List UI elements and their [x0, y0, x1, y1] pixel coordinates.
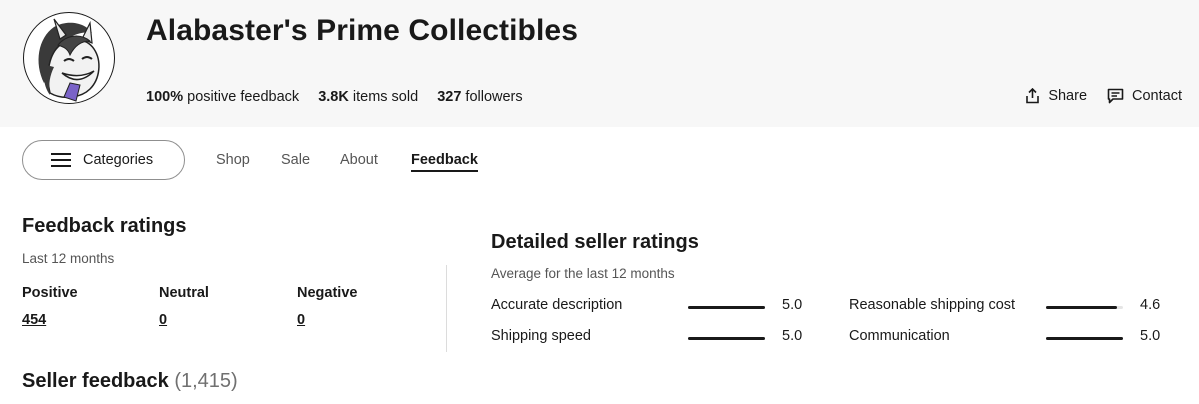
feedback-period: Last 12 months [22, 251, 115, 266]
share-label: Share [1048, 88, 1088, 104]
stat-label: items sold [352, 89, 419, 105]
stat-value: 327 [437, 89, 462, 105]
rating-bar-fill [688, 306, 765, 309]
rating-row-accurate-description: Accurate description 5.0 [491, 297, 811, 317]
tab-shop[interactable]: Shop [216, 152, 250, 168]
section-divider [446, 265, 447, 352]
rating-bar [1046, 337, 1123, 340]
store-header: Alabaster's Prime Collectibles 100% posi… [0, 0, 1199, 127]
categories-button[interactable]: Categories [22, 140, 185, 180]
menu-icon [51, 153, 71, 167]
categories-label: Categories [83, 152, 154, 168]
rating-bar [688, 306, 765, 309]
negative-label: Negative [297, 285, 358, 301]
rating-bar-fill [1046, 337, 1123, 340]
store-nav: Categories Shop Sale About Feedback [0, 140, 1199, 182]
positive-label: Positive [22, 285, 78, 301]
rating-score: 5.0 [782, 297, 803, 313]
store-actions: Share Contact [1005, 88, 1182, 104]
rating-label: Accurate description [491, 297, 623, 313]
positive-feedback-stat: 100% positive feedback [146, 89, 299, 105]
neutral-label: Neutral [159, 285, 209, 301]
detailed-ratings-subtitle: Average for the last 12 months [491, 266, 675, 281]
tab-sale[interactable]: Sale [281, 152, 310, 168]
stat-label: positive feedback [187, 89, 300, 105]
stat-label: followers [465, 89, 523, 105]
contact-label: Contact [1132, 88, 1182, 104]
rating-bar [688, 337, 765, 340]
contact-button[interactable]: Contact [1107, 88, 1182, 104]
rating-label: Reasonable shipping cost [849, 297, 1016, 313]
rating-bar [1046, 306, 1123, 309]
rating-score: 5.0 [1140, 328, 1161, 344]
tab-about[interactable]: About [340, 152, 378, 168]
rating-score: 4.6 [1140, 297, 1161, 313]
share-icon [1026, 88, 1040, 104]
store-name: Alabaster's Prime Collectibles [146, 14, 578, 47]
followers-stat[interactable]: 327 followers [437, 89, 522, 105]
items-sold-stat: 3.8K items sold [318, 89, 418, 105]
rating-label: Shipping speed [491, 328, 591, 344]
rating-row-shipping-cost: Reasonable shipping cost 4.6 [849, 297, 1169, 317]
share-button[interactable]: Share [1025, 88, 1087, 104]
tab-feedback[interactable]: Feedback [411, 152, 478, 172]
seller-feedback-title: Seller feedback [22, 370, 169, 392]
chat-icon [1107, 88, 1124, 104]
neutral-count-link[interactable]: 0 [159, 312, 167, 328]
stat-value: 100% [146, 89, 184, 105]
positive-count-link[interactable]: 454 [22, 312, 46, 328]
seller-feedback-heading: Seller feedback (1,415) [22, 370, 238, 393]
stat-value: 3.8K [318, 89, 349, 105]
rating-bar-fill [1046, 306, 1117, 309]
feedback-ratings-title: Feedback ratings [22, 215, 187, 237]
detailed-ratings-title: Detailed seller ratings [491, 231, 699, 253]
pony-avatar-icon [38, 18, 100, 102]
seller-feedback-count: (1,415) [174, 370, 238, 392]
rating-score: 5.0 [782, 328, 803, 344]
negative-count-link[interactable]: 0 [297, 312, 305, 328]
rating-bar-fill [688, 337, 765, 340]
rating-row-shipping-speed: Shipping speed 5.0 [491, 328, 811, 348]
store-stats: 100% positive feedback 3.8K items sold 3… [146, 89, 538, 105]
rating-row-communication: Communication 5.0 [849, 328, 1169, 348]
store-avatar[interactable] [23, 12, 115, 104]
rating-label: Communication [849, 328, 950, 344]
